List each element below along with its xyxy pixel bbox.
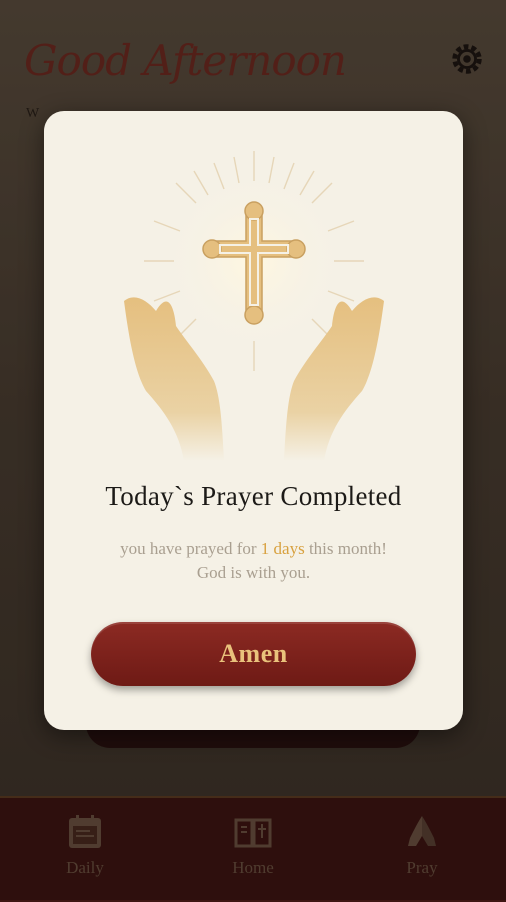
dialog-title: Today`s Prayer Completed bbox=[105, 481, 402, 511]
message-text-before: you have prayed for bbox=[120, 539, 261, 558]
prayer-completed-dialog: Today`s Prayer Completed you have prayed… bbox=[44, 111, 463, 730]
dialog-message: you have prayed for 1 days this month! G… bbox=[44, 537, 463, 585]
cross-and-hands-icon bbox=[124, 151, 384, 461]
amen-button[interactable]: Amen bbox=[91, 622, 416, 686]
message-text-after: this month! bbox=[304, 539, 387, 558]
message-line-2: God is with you. bbox=[196, 563, 311, 582]
prayed-days-count: 1 days bbox=[260, 539, 305, 558]
